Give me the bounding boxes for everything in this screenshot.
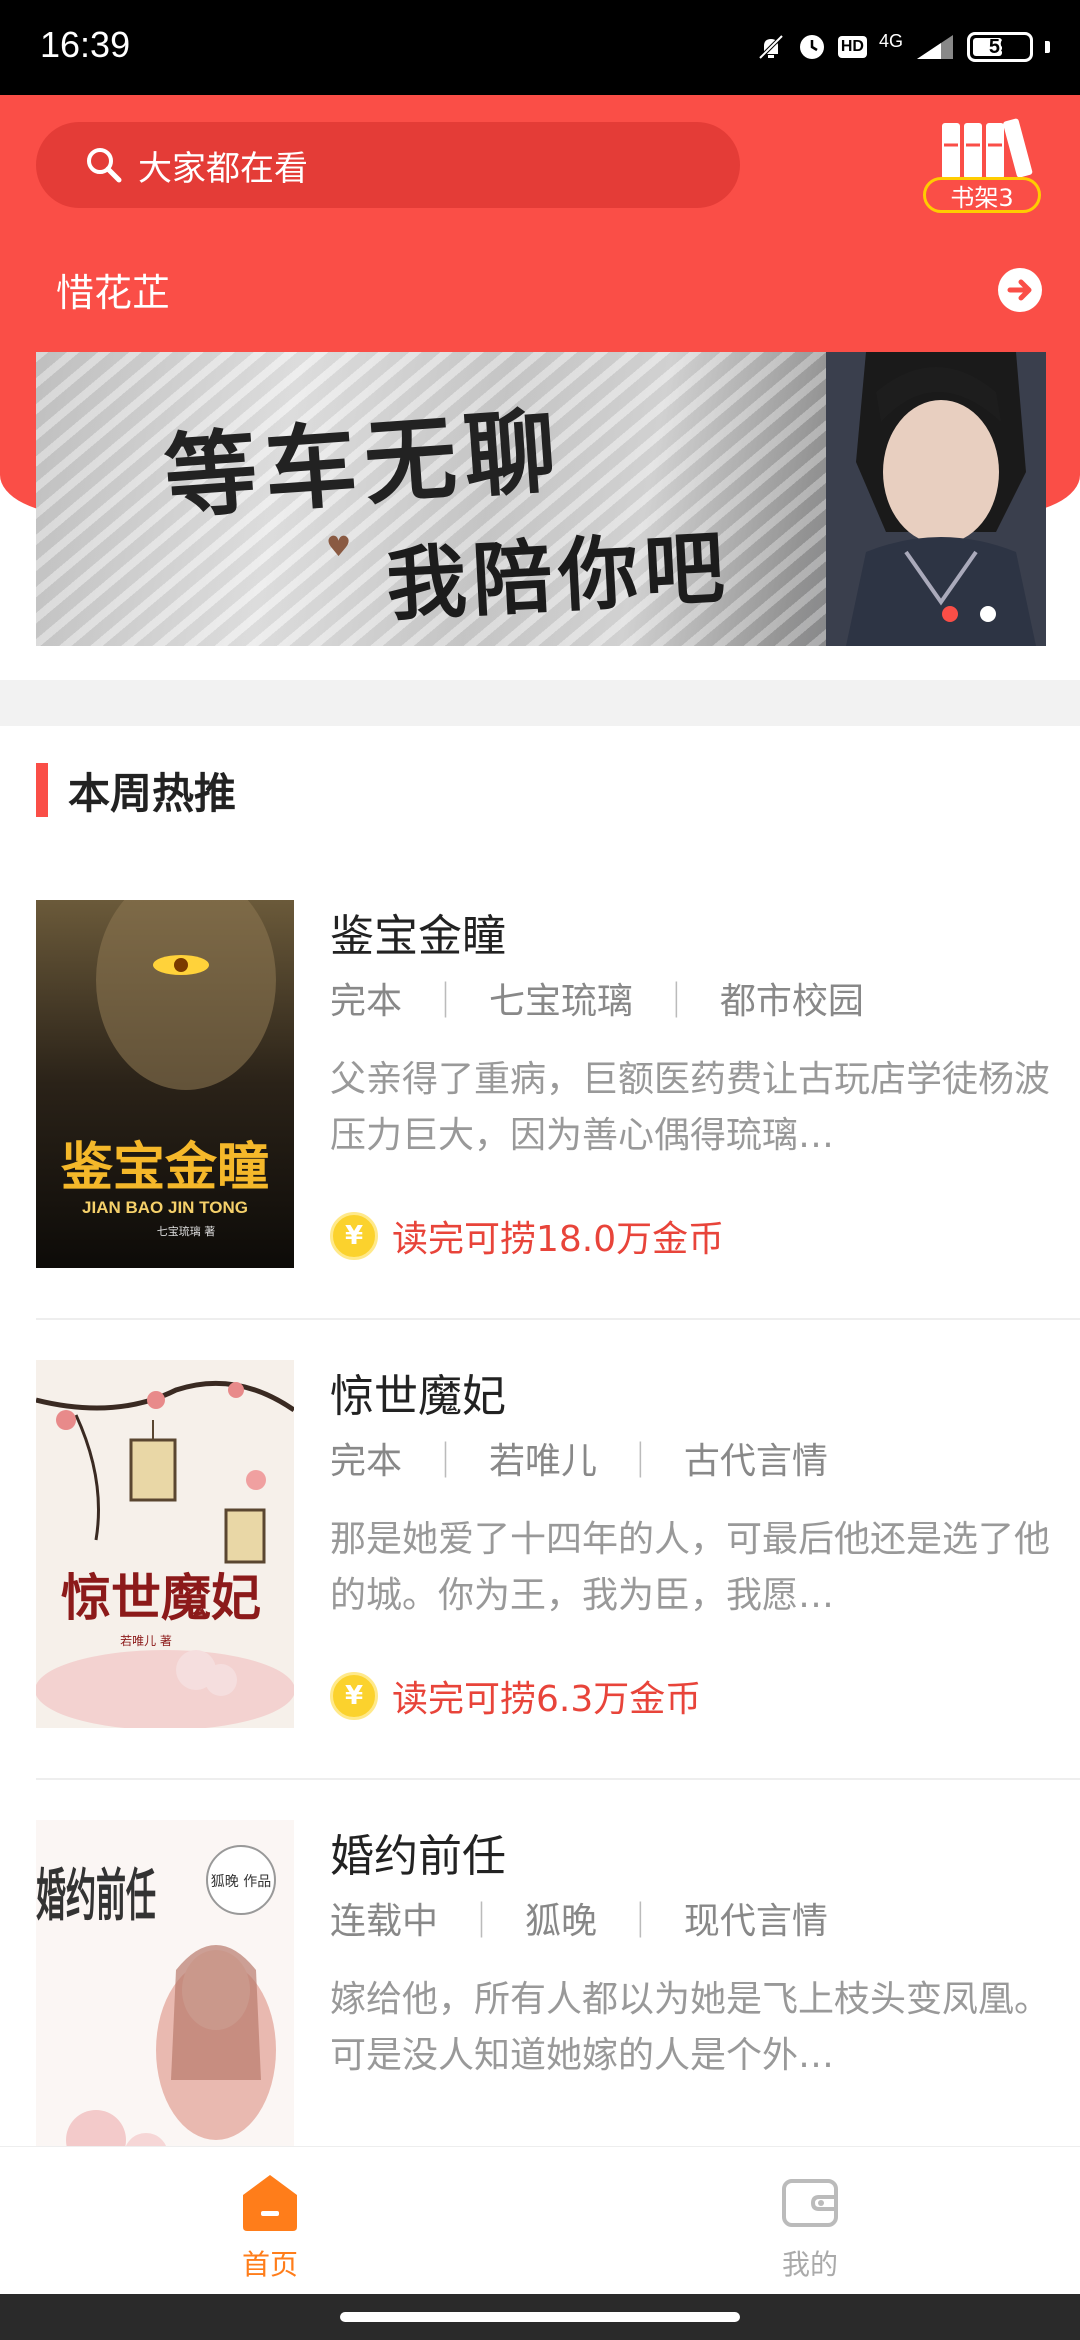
arrow-right-icon[interactable] (998, 268, 1042, 312)
section-accent-bar (36, 763, 48, 817)
banner-headline: 等车无聊 (161, 396, 568, 532)
gesture-handle[interactable] (340, 2312, 740, 2322)
bottom-navigation: 首页 我的 (0, 2146, 1080, 2294)
promo-banner[interactable]: 等车无聊 ♥ 我陪你吧 (36, 352, 1046, 646)
book-cover[interactable]: 鉴宝金瞳 JIAN BAO JIN TONG 七宝琉璃 著 (36, 900, 294, 1268)
cover-author-text: 狐晚 作品 (211, 1874, 271, 1890)
meta-separator: ｜ (658, 981, 695, 1022)
banner-character-image (826, 352, 1046, 646)
cover-author-text: 七宝琉璃 著 (157, 1224, 216, 1238)
status-time: 16:39 (40, 24, 131, 65)
hd-icon: HD (837, 36, 867, 58)
book-description-text: 嫁给他，所有人都以为她是飞上枝头变凤凰。可是没人知道她嫁的人是个外… (330, 1979, 1050, 2076)
book-meta: 完本 ｜ 七宝琉璃 ｜ 都市校园 (330, 972, 864, 1024)
meta-separator: ｜ (427, 1441, 464, 1482)
meta-separator: ｜ (427, 981, 464, 1022)
search-icon (87, 148, 122, 183)
meta-separator: ｜ (622, 1441, 659, 1482)
book-author: 七宝琉璃 (488, 981, 633, 1022)
book-reward: ¥ 读完可捞6.3万金币 (330, 1670, 701, 1722)
book-item[interactable]: 婚约前任 狐晚 作品 婚约前任 连载中 ｜ 狐晚 ｜ 现代言情 嫁给他，所有人都… (36, 1820, 1080, 2192)
nav-home-label: 首页 (241, 2248, 298, 2281)
heart-icon: ♥ (326, 530, 352, 563)
book-reward-text: 读完可捞18.0万金币 (392, 1219, 725, 1260)
book-description-text: 那是她爱了十四年的人，可最后他还是选了他的城。你为王，我为臣，我愿… (330, 1519, 1050, 1616)
meta-separator: ｜ (622, 1901, 659, 1942)
bookshelf-icon (942, 118, 1033, 179)
cover-title-text: 惊世魔妃 (61, 1568, 261, 1627)
book-title[interactable]: 鉴宝金瞳 (330, 900, 506, 964)
clock-icon (799, 35, 824, 59)
book-status: 连载中 (330, 1901, 439, 1942)
wallet-icon (782, 2179, 838, 2227)
book-description-text: 父亲得了重病，巨额医药费让古玩店学徒杨波压力巨大，因为善心偶得琉璃… (330, 1059, 1050, 1156)
book-meta: 完本 ｜ 若唯儿 ｜ 古代言情 (330, 1432, 828, 1484)
coin-icon: ¥ (330, 1672, 378, 1720)
coin-icon: ¥ (330, 1212, 378, 1260)
list-divider (36, 1318, 1080, 1320)
battery-percent: 59 (988, 35, 1012, 58)
book-description: 嫁给他，所有人都以为她是飞上枝头变凤凰。可是没人知道她嫁的人是个外… (330, 1972, 1050, 2084)
list-divider (36, 1778, 1080, 1780)
status-bar: 16:39 HD 4G 59 (0, 0, 1080, 95)
section-separator (0, 680, 1080, 726)
bookshelf-button[interactable]: 书架3 (920, 115, 1044, 215)
book-reward-text: 读完可捞6.3万金币 (392, 1679, 702, 1720)
book-status: 完本 (330, 981, 403, 1022)
book-category: 现代言情 (683, 1901, 828, 1942)
cover-author-text: 若唯儿 著 (120, 1634, 172, 1648)
search-input[interactable]: 大家都在看 (36, 122, 740, 208)
cover-title-text: 婚约前任 (36, 1863, 156, 1929)
book-author: 狐晚 (524, 1901, 597, 1942)
book-item[interactable]: 鉴宝金瞳 JIAN BAO JIN TONG 七宝琉璃 著 鉴宝金瞳 完本 ｜ … (36, 900, 1080, 1272)
book-title[interactable]: 惊世魔妃 (330, 1360, 506, 1424)
section-header: 本周热推 (36, 762, 236, 818)
bell-muted-icon (758, 34, 784, 60)
carousel-dot[interactable] (980, 606, 996, 622)
meta-separator: ｜ (463, 1901, 500, 1942)
signal-icon (917, 35, 953, 59)
book-cover[interactable]: 婚约前任 狐晚 作品 (36, 1820, 294, 2188)
carousel-dot-active[interactable] (942, 606, 958, 622)
book-title[interactable]: 婚约前任 (330, 1820, 506, 1884)
section-title: 本周热推 (68, 768, 237, 818)
book-author: 若唯儿 (488, 1441, 597, 1482)
book-meta: 连载中 ｜ 狐晚 ｜ 现代言情 (330, 1892, 828, 1944)
cover-title-text: 鉴宝金瞳 (60, 1137, 269, 1198)
book-category: 都市校园 (719, 981, 864, 1022)
book-description: 那是她爱了十四年的人，可最后他还是选了他的城。你为王，我为臣，我愿… (330, 1512, 1050, 1624)
battery-icon: 59 (967, 32, 1033, 62)
author-name[interactable]: 惜花芷 (56, 262, 170, 317)
book-status: 完本 (330, 1441, 403, 1482)
book-cover[interactable]: 惊世魔妃 若唯儿 著 (36, 1360, 294, 1728)
nav-mine-label: 我的 (781, 2248, 838, 2281)
status-icons: HD 4G 59 (756, 22, 1050, 72)
book-description: 父亲得了重病，巨额医药费让古玩店学徒杨波压力巨大，因为善心偶得琉璃… (330, 1052, 1050, 1164)
battery-tip (1045, 41, 1050, 53)
nav-tab-home[interactable]: 首页 (210, 2171, 330, 2283)
bookshelf-count-badge: 书架3 (923, 177, 1041, 213)
book-category: 古代言情 (683, 1441, 828, 1482)
banner-subheadline: 我陪你吧 (384, 520, 733, 632)
search-placeholder: 大家都在看 (138, 148, 308, 189)
network-label: 4G (878, 30, 903, 51)
nav-tab-mine[interactable]: 我的 (750, 2171, 870, 2283)
home-icon (243, 2175, 297, 2231)
book-item[interactable]: 惊世魔妃 若唯儿 著 惊世魔妃 完本 ｜ 若唯儿 ｜ 古代言情 那是她爱了十四年… (36, 1360, 1080, 1732)
book-reward: ¥ 读完可捞18.0万金币 (330, 1210, 724, 1262)
cover-pinyin-text: JIAN BAO JIN TONG (82, 1198, 248, 1217)
